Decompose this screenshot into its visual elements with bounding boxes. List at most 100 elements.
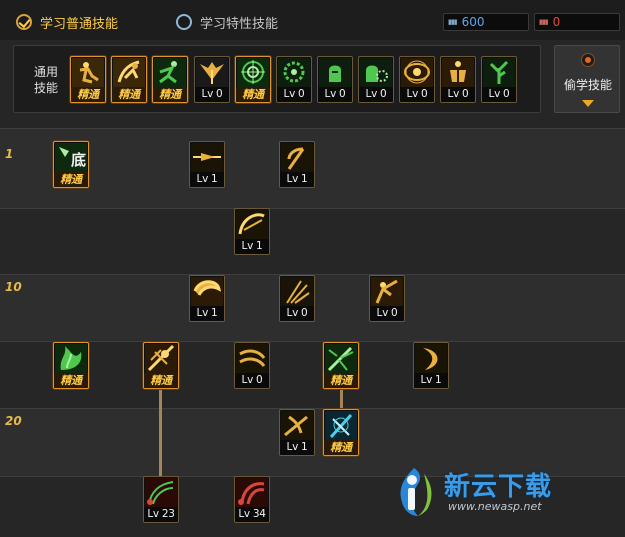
common-skill-tile[interactable]: 精通: [235, 56, 271, 103]
scythe-icon: [281, 143, 313, 172]
red-wave-icon: [145, 478, 177, 507]
common-skill-tile[interactable]: 精通: [111, 56, 147, 103]
skill-level-label: Lv 0: [400, 87, 434, 102]
green-burst-icon: [325, 344, 357, 373]
common-skill-tile[interactable]: Lv 0: [317, 56, 353, 103]
slash-arc-icon: [236, 210, 268, 239]
skill-level-label: Lv 1: [190, 172, 224, 187]
tp-points-display: ▮▮▮ 0: [534, 13, 620, 31]
steal-skills-button[interactable]: 偷学技能: [554, 45, 620, 113]
common-skill-tile[interactable]: Lv 0: [276, 56, 312, 103]
tree-row: [0, 208, 625, 274]
skill-tile[interactable]: Lv 1: [189, 141, 225, 188]
common-skill-tile[interactable]: Lv 0: [194, 56, 230, 103]
prerequisite-connector: [159, 388, 162, 482]
skill-level-label: Lv 0: [441, 87, 475, 102]
sp-points-display: ▮▮▮ 600: [443, 13, 529, 31]
ice-sword-icon: [325, 411, 357, 440]
base-stance-icon: 底: [55, 143, 87, 172]
target-icon: [237, 58, 269, 87]
watermark: 新云下载 www.newasp.net: [388, 464, 588, 522]
sprint-figure-icon: [154, 58, 186, 87]
sit-figure-icon: [72, 58, 104, 87]
sword-burst-icon: [145, 344, 177, 373]
cross-slash-icon: [281, 411, 313, 440]
spin-slash-icon: [191, 277, 223, 306]
common-skill-tile[interactable]: 精通: [152, 56, 188, 103]
skill-tile[interactable]: Lv 1: [279, 141, 315, 188]
newasp-logo-icon: [400, 468, 432, 516]
skill-level-label: Lv 1: [235, 239, 269, 254]
red-claw-icon: [236, 478, 268, 507]
skill-tile[interactable]: 底精通: [53, 141, 89, 188]
skill-level-label: Lv 34: [235, 507, 269, 522]
tree-icon: [483, 58, 515, 87]
tp-icon: ▮▮▮: [539, 18, 549, 26]
level-marker-20: 20: [5, 414, 22, 428]
watermark-url: www.newasp.net: [448, 500, 542, 513]
common-skill-tile[interactable]: Lv 0: [358, 56, 394, 103]
tree-row: [0, 341, 625, 408]
triple-blade-icon: [281, 277, 313, 306]
tp-points-value: 0: [552, 15, 561, 29]
tab-label: 学习普通技能: [40, 16, 119, 32]
skill-level-label: Lv 0: [277, 87, 311, 102]
skill-tile[interactable]: Lv 1: [234, 208, 270, 255]
sp-points-value: 600: [461, 15, 485, 29]
leap-figure-icon: [113, 58, 145, 87]
skill-tile[interactable]: Lv 1: [189, 275, 225, 322]
skill-level-label: Lv 0: [359, 87, 393, 102]
eye-icon: [401, 58, 433, 87]
tab-label: 学习特性技能: [200, 16, 279, 32]
skill-level-label: Lv 0: [235, 373, 269, 388]
skill-tile[interactable]: Lv 1: [279, 409, 315, 456]
tab-learn-normal-skills[interactable]: 学习普通技能: [16, 12, 118, 32]
level-marker-1: 1: [5, 147, 14, 161]
svg-text:底: 底: [71, 151, 86, 169]
skill-level-label: Lv 1: [280, 172, 314, 187]
skill-level-label: Lv 0: [318, 87, 352, 102]
dropdown-arrow-icon: [582, 100, 594, 107]
tab-learn-special-skills[interactable]: 学习特性技能: [176, 12, 278, 32]
skill-tile[interactable]: Lv 23: [143, 476, 179, 523]
mastered-badge: 精通: [112, 87, 146, 102]
skill-tile[interactable]: 精通: [323, 409, 359, 456]
checked-radio-icon: [16, 14, 32, 30]
common-skill-tile[interactable]: Lv 0: [481, 56, 517, 103]
armor-gear-icon: [360, 58, 392, 87]
skill-level-label: Lv 0: [370, 306, 404, 321]
skill-tile[interactable]: Lv 0: [279, 275, 315, 322]
prerequisite-connector: [340, 389, 343, 411]
mastered-badge: 精通: [54, 172, 88, 187]
mastered-badge: 精通: [153, 87, 187, 102]
sp-icon: ▮▮▮: [448, 18, 458, 26]
skill-level-label: Lv 1: [190, 306, 224, 321]
wings-icon: [196, 58, 228, 87]
top-bar: 学习普通技能 学习特性技能 ▮▮▮ 600 ▮▮▮ 0: [0, 0, 625, 40]
mastered-badge: 精通: [324, 373, 358, 388]
mastered-badge: 精通: [71, 87, 105, 102]
skill-tile[interactable]: 精通: [323, 342, 359, 389]
armor-head-icon: [319, 58, 351, 87]
mastered-badge: 精通: [54, 373, 88, 388]
unchecked-radio-icon: [176, 14, 192, 30]
common-skill-tile[interactable]: Lv 0: [440, 56, 476, 103]
common-skill-tile[interactable]: 精通: [70, 56, 106, 103]
skill-tile[interactable]: 精通: [143, 342, 179, 389]
skill-level-label: Lv 0: [482, 87, 516, 102]
skill-tile[interactable]: 精通: [53, 342, 89, 389]
watermark-title: 新云下载: [444, 472, 553, 502]
skill-tile[interactable]: Lv 0: [234, 342, 270, 389]
green-flame-icon: [55, 344, 87, 373]
skill-level-label: Lv 1: [280, 440, 314, 455]
armor-body-icon: [442, 58, 474, 87]
dash-icon: [191, 143, 223, 172]
common-skill-tile[interactable]: Lv 0: [399, 56, 435, 103]
steal-skills-label: 偷学技能: [563, 78, 612, 92]
wind-wave-icon: [236, 344, 268, 373]
crescent-icon: [415, 344, 447, 373]
skill-tile[interactable]: Lv 1: [413, 342, 449, 389]
flame-icon: [581, 53, 595, 67]
skill-tile[interactable]: Lv 34: [234, 476, 270, 523]
skill-tile[interactable]: Lv 0: [369, 275, 405, 322]
